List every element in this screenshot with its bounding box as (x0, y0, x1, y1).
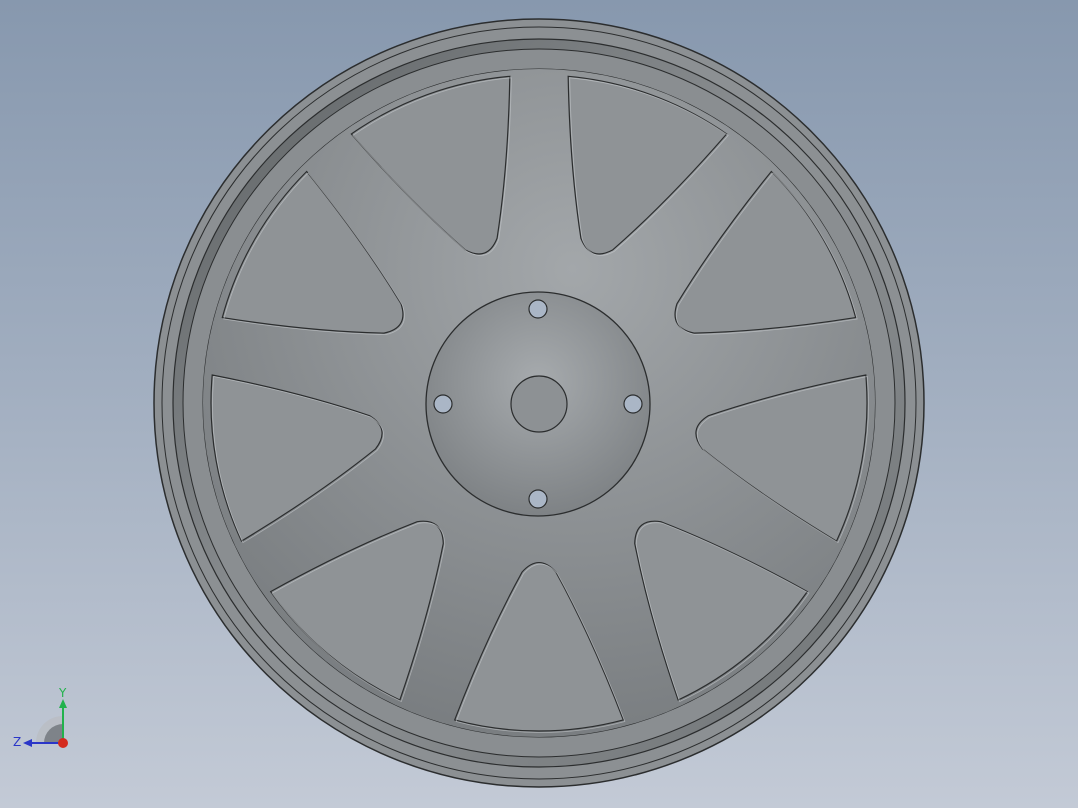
center-bore[interactable] (510, 375, 568, 433)
graphics-viewport[interactable]: Y Z (0, 0, 1078, 808)
bolt-hole[interactable] (528, 299, 548, 319)
wheel-model-view[interactable] (0, 0, 1078, 808)
bolt-hole[interactable] (623, 394, 643, 414)
bolt-hole[interactable] (528, 489, 548, 509)
z-axis-arrow (23, 739, 32, 747)
orientation-triad[interactable]: Y Z (10, 686, 80, 756)
z-axis-label: Z (13, 735, 21, 749)
bolt-hole[interactable] (433, 394, 453, 414)
y-axis-label: Y (58, 686, 67, 700)
x-axis-dot (58, 738, 68, 748)
y-axis-arrow (59, 699, 67, 708)
